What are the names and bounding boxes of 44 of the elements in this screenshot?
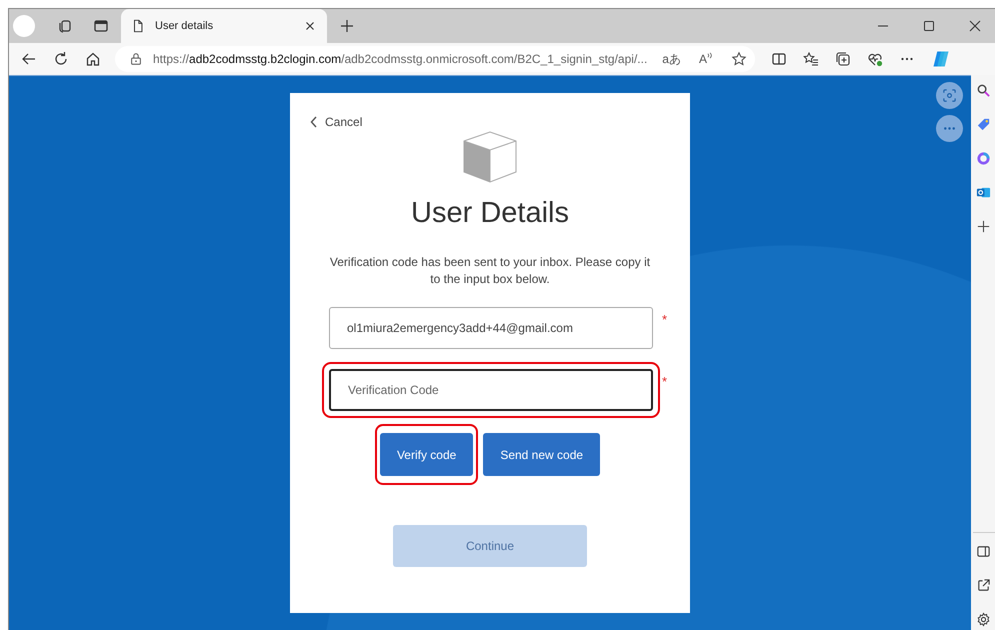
- email-field[interactable]: ol1miura2emergency3add+44@gmail.com: [329, 307, 653, 349]
- favorites-icon[interactable]: [803, 51, 819, 67]
- external-link-icon[interactable]: [976, 578, 991, 593]
- workspaces-icon[interactable]: [57, 18, 73, 34]
- copilot-icon[interactable]: [931, 49, 951, 69]
- translate-button[interactable]: aあ: [662, 50, 681, 68]
- back-icon[interactable]: [21, 51, 37, 67]
- add-icon[interactable]: [976, 219, 991, 234]
- home-icon[interactable]: [85, 51, 101, 67]
- ring-logo-icon[interactable]: [976, 151, 991, 166]
- visual-search-button[interactable]: [936, 82, 963, 109]
- split-screen-icon[interactable]: [771, 51, 787, 67]
- star-icon[interactable]: [731, 51, 747, 67]
- required-mark: *: [662, 312, 668, 327]
- action-button[interactable]: Verify code: [380, 433, 474, 476]
- maximize-icon[interactable]: [921, 18, 937, 34]
- tab-title: User details: [155, 20, 214, 32]
- search-icon[interactable]: [976, 83, 991, 98]
- settings-icon[interactable]: [976, 612, 991, 627]
- code-field[interactable]: Verification Code: [329, 369, 653, 411]
- reload-icon[interactable]: [53, 51, 69, 67]
- address-bar[interactable]: https://adb2codmsstg.b2clogin.com/adb2codmsstg.onmicrosoft.com/B2C_1_signin_stg/api/... aあ A: [115, 46, 755, 72]
- read-aloud-button[interactable]: A: [698, 52, 714, 66]
- close-icon[interactable]: [967, 18, 983, 34]
- browser-tab[interactable]: User details: [121, 9, 327, 43]
- mail-app-icon[interactable]: [976, 185, 991, 200]
- cube-logo-icon: [463, 131, 517, 183]
- required-mark: *: [662, 374, 668, 389]
- url-text: https://adb2codmsstg.b2clogin.com/adb2codmsstg.onmicrosoft.com/B2C_1_signin_stg/api/...: [153, 52, 648, 66]
- collections-icon[interactable]: [835, 51, 851, 67]
- heart-pulse-icon[interactable]: [867, 51, 883, 67]
- panel-icon[interactable]: [976, 544, 991, 559]
- page-title: User Details: [411, 197, 569, 230]
- action-button[interactable]: Send new code: [483, 433, 600, 476]
- sound-waves-icon: [707, 52, 714, 59]
- new-tab-icon[interactable]: [339, 18, 355, 34]
- instruction-text: Verification code has been sent to your inbox. Please copy it to the input box below.: [328, 254, 652, 288]
- lock-icon: [129, 52, 143, 66]
- tag-icon[interactable]: [976, 117, 991, 132]
- chevron-left-icon: [310, 116, 318, 128]
- focus-frame-icon: [942, 88, 957, 103]
- tab-actions-icon[interactable]: [93, 18, 109, 34]
- cancel-link[interactable]: Cancel: [310, 115, 362, 129]
- page-icon: [131, 19, 145, 33]
